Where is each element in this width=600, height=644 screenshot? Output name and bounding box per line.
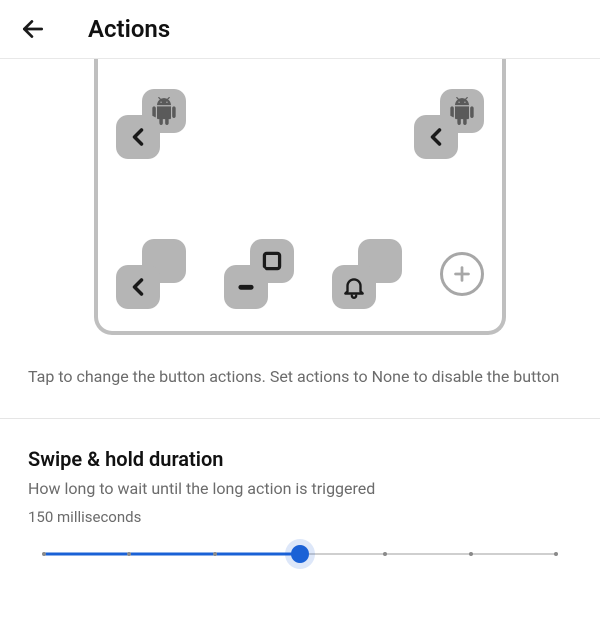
action-button-3[interactable] [332,239,402,309]
slider-tick [469,552,473,556]
setting-description: How long to wait until the long action i… [28,479,572,498]
header: Actions [0,0,600,59]
add-button[interactable] [440,252,484,296]
action-button-top-left[interactable] [116,89,186,159]
setting-title: Swipe & hold duration [28,447,572,471]
slider-tick [127,552,131,556]
slider-fill [44,553,300,556]
page-title: Actions [88,15,170,43]
action-button-1[interactable] [116,239,186,309]
slider-thumb[interactable] [291,545,309,563]
hint-text: Tap to change the button actions. Set ac… [0,335,600,418]
bell-icon [341,274,367,300]
arrow-left-icon [20,16,46,42]
slider-tick [383,552,387,556]
slider-tick [213,552,217,556]
chevron-left-icon [124,123,152,151]
slider-tick [554,552,558,556]
action-button-top-right[interactable] [414,89,484,159]
swipe-hold-setting: Swipe & hold duration How long to wait u… [0,419,600,584]
back-button[interactable] [18,14,48,44]
action-button-2[interactable] [224,239,294,309]
plus-icon [451,263,473,285]
duration-slider[interactable] [44,544,556,564]
setting-value: 150 milliseconds [28,508,572,526]
slider-tick [42,552,46,556]
pill-icon [233,274,259,300]
chevron-left-icon [124,273,152,301]
preview-area [0,59,600,335]
button-layout-preview [94,59,506,335]
preview-row-top [116,89,484,159]
preview-row-bottom [116,239,484,309]
chevron-left-icon [422,123,450,151]
